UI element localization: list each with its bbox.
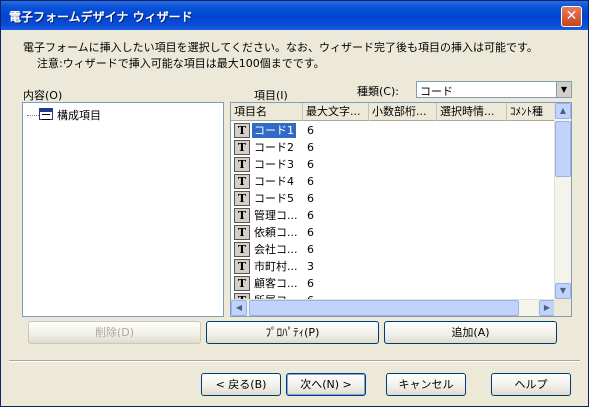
item-length: 3: [307, 260, 314, 273]
text-type-icon: T: [234, 123, 250, 138]
cancel-button[interactable]: キャンセル: [386, 373, 466, 396]
vertical-scroll-thumb[interactable]: [555, 121, 571, 177]
kind-select[interactable]: コード ▼: [416, 81, 572, 98]
list-item[interactable]: T 管理コ... 6: [231, 207, 555, 224]
tree-node-label: 構成項目: [57, 109, 101, 122]
list-item[interactable]: T コード5 6: [231, 190, 555, 207]
scroll-up-button[interactable]: ▲: [555, 103, 571, 119]
text-type-icon: T: [234, 140, 250, 155]
add-button[interactable]: 追加(A): [384, 321, 557, 344]
item-length: 6: [307, 226, 314, 239]
kind-select-value: コード: [420, 85, 453, 98]
chevron-down-icon[interactable]: ▼: [556, 82, 571, 97]
item-name: 管理コ...: [254, 209, 298, 222]
item-length: 6: [307, 175, 314, 188]
list-item[interactable]: T 依頼コ... 6: [231, 224, 555, 241]
properties-button[interactable]: ﾌﾟﾛﾊﾟﾃｨ(P): [206, 321, 379, 344]
item-name: コード5: [254, 192, 294, 205]
contents-label: 内容(O): [23, 89, 63, 102]
item-name: 顧客コ...: [254, 277, 298, 290]
close-icon: ✕: [565, 8, 578, 24]
list-item[interactable]: T 会社コ... 6: [231, 241, 555, 258]
vertical-scrollbar[interactable]: ▲ ▼: [554, 103, 571, 299]
column-header-name[interactable]: 項目名: [231, 103, 303, 121]
item-length: 6: [307, 209, 314, 222]
item-name: コード1: [252, 123, 296, 138]
contents-tree[interactable]: 構成項目: [22, 102, 224, 317]
help-button[interactable]: ヘルプ: [491, 373, 571, 396]
list-header: 項目名 最大文字... 小数部桁... 選択時情... ｺﾒﾝﾄ種: [231, 103, 555, 121]
wizard-window: 電子フォームデザイナ ウィザード ✕ 電子フォームに挿入したい項目を選択してくだ…: [0, 0, 589, 407]
text-type-icon: T: [234, 191, 250, 206]
item-name: コード2: [254, 141, 294, 154]
scroll-right-button[interactable]: ▶: [539, 300, 555, 316]
item-length: 6: [307, 158, 314, 171]
scroll-left-button[interactable]: ◀: [231, 300, 247, 316]
instructions: 電子フォームに挿入したい項目を選択してください。なお、ウィザード完了後も項目の挿…: [23, 40, 538, 72]
kind-label: 種類(C):: [357, 85, 399, 98]
close-button[interactable]: ✕: [561, 6, 582, 27]
text-type-icon: T: [234, 208, 250, 223]
window-title: 電子フォームデザイナ ウィザード: [9, 10, 193, 24]
text-type-icon: T: [234, 225, 250, 240]
list-rows: T コード1 6 T コード2 6 T コード3 6 T コード4 6 T コード5 6 T 管理コ.…: [231, 122, 555, 309]
divider: [9, 360, 580, 362]
back-button[interactable]: < 戻る(B): [201, 373, 281, 396]
list-item[interactable]: T コード3 6: [231, 156, 555, 173]
delete-button[interactable]: 削除(D): [28, 321, 201, 344]
list-item[interactable]: T コード4 6: [231, 173, 555, 190]
item-length: 6: [307, 243, 314, 256]
item-name: 依頼コ...: [254, 226, 298, 239]
text-type-icon: T: [234, 259, 250, 274]
text-type-icon: T: [234, 276, 250, 291]
horizontal-scroll-thumb[interactable]: [249, 300, 519, 316]
item-name: 市町村...: [254, 260, 298, 273]
title-bar[interactable]: 電子フォームデザイナ ウィザード ✕: [1, 1, 588, 30]
list-item[interactable]: T コード2 6: [231, 139, 555, 156]
item-name: 会社コ...: [254, 243, 298, 256]
tree-connector: [27, 115, 39, 116]
instruction-line-2: 注意:ウィザードで挿入可能な項目は最大100個までです。: [37, 57, 325, 70]
next-button[interactable]: 次へ(N) >: [286, 373, 366, 396]
text-type-icon: T: [234, 157, 250, 172]
items-list[interactable]: 項目名 最大文字... 小数部桁... 選択時情... ｺﾒﾝﾄ種 T コード1 6…: [230, 102, 572, 317]
item-length: 6: [307, 192, 314, 205]
column-header-max-length[interactable]: 最大文字...: [303, 103, 369, 121]
horizontal-scrollbar[interactable]: ◀ ▶: [231, 299, 555, 316]
list-item[interactable]: T コード1 6: [231, 122, 555, 139]
column-header-decimal[interactable]: 小数部桁...: [369, 103, 437, 121]
item-name: コード3: [254, 158, 294, 171]
item-length: 6: [307, 277, 314, 290]
column-header-comment[interactable]: ｺﾒﾝﾄ種: [507, 103, 555, 121]
column-header-selection[interactable]: 選択時情...: [437, 103, 507, 121]
text-type-icon: T: [234, 174, 250, 189]
items-label: 項目(I): [254, 89, 288, 102]
scroll-corner: [554, 299, 571, 316]
item-length: 6: [307, 124, 314, 137]
item-name: コード4: [254, 175, 294, 188]
scroll-down-button[interactable]: ▼: [555, 283, 571, 299]
instruction-line-1: 電子フォームに挿入したい項目を選択してください。なお、ウィザード完了後も項目の挿…: [23, 41, 538, 54]
list-item[interactable]: T 市町村... 3: [231, 258, 555, 275]
form-icon: [39, 108, 53, 120]
text-type-icon: T: [234, 242, 250, 257]
list-item[interactable]: T 顧客コ... 6: [231, 275, 555, 292]
item-length: 6: [307, 141, 314, 154]
